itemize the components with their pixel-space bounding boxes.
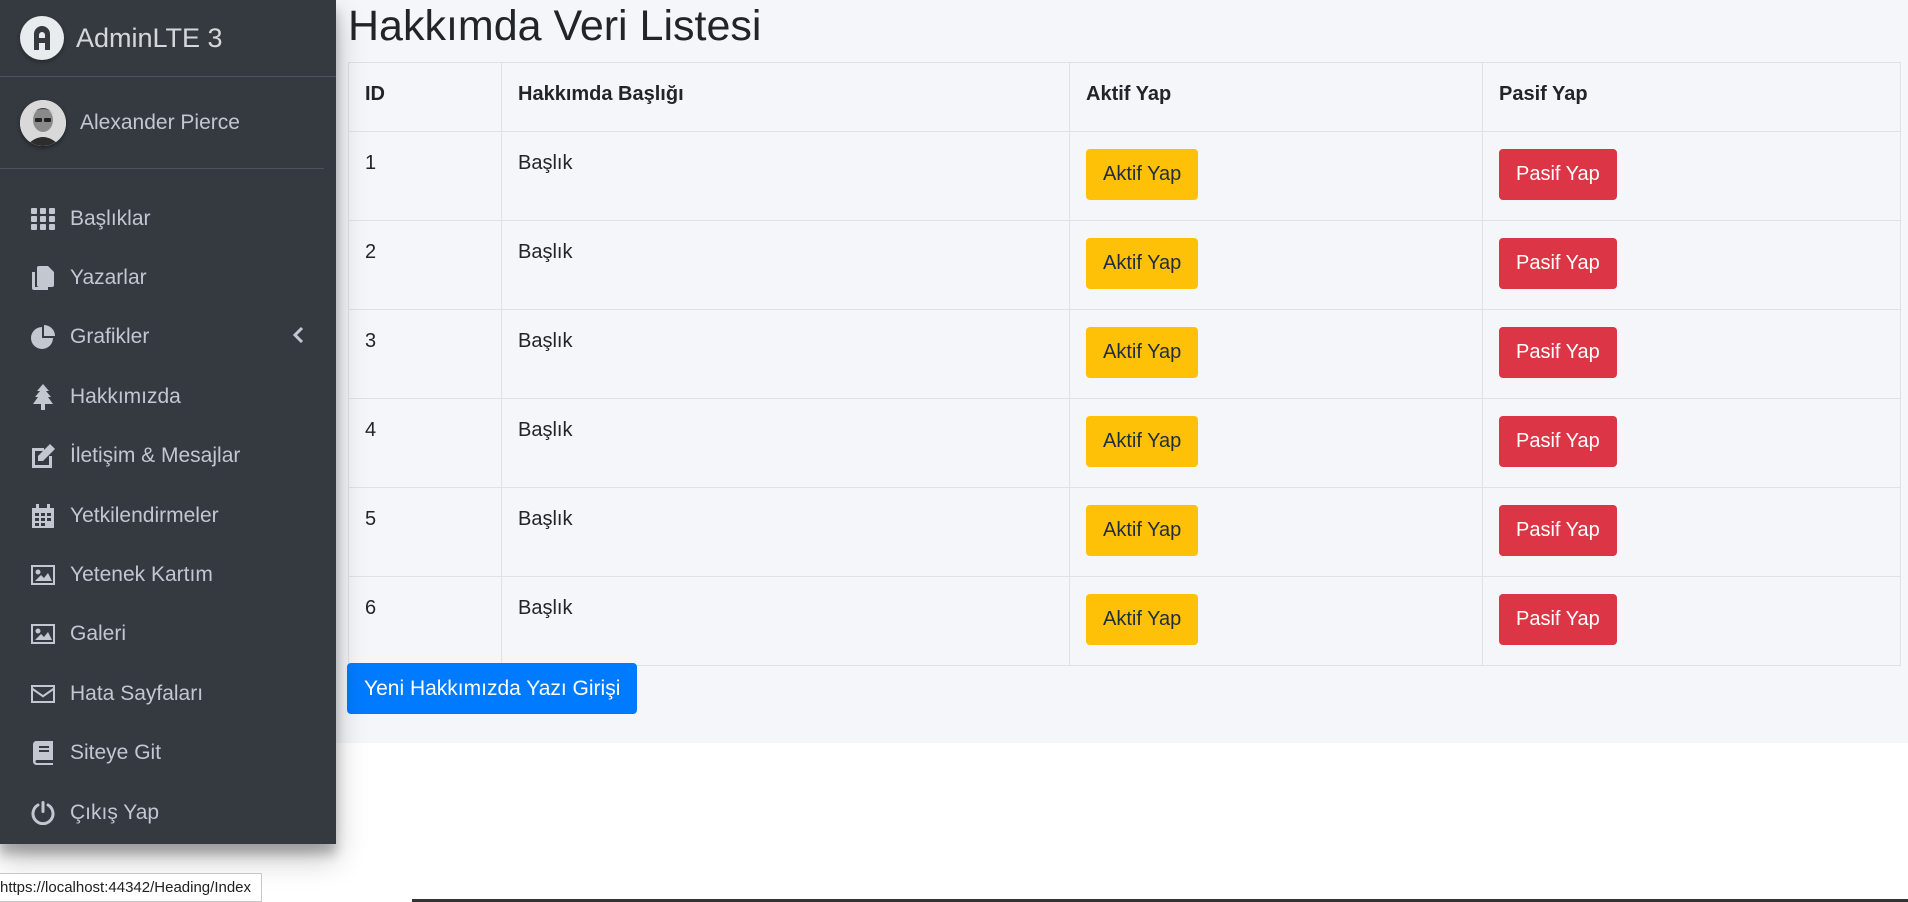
table-header-row: ID Hakkımda Başlığı Aktif Yap Pasif Yap (348, 62, 1901, 132)
sidebar-item-cikis-yap[interactable]: Çıkış Yap (0, 783, 336, 842)
table-row: 1 Başlık Aktif Yap Pasif Yap (348, 131, 1901, 221)
th-icon (30, 206, 56, 232)
cell-title: Başlık (501, 309, 1070, 399)
envelope-icon (30, 681, 56, 707)
data-table: ID Hakkımda Başlığı Aktif Yap Pasif Yap … (348, 62, 1901, 666)
sidebar-item-siteye-git[interactable]: Siteye Git (0, 724, 336, 783)
cell-id: 4 (348, 398, 502, 488)
adminlte-logo-icon (20, 16, 64, 60)
status-bar-url: https://localhost:44342/Heading/Index (0, 873, 263, 902)
pasif-yap-button[interactable]: Pasif Yap (1499, 149, 1617, 200)
cell-id: 3 (348, 309, 502, 399)
user-panel[interactable]: Alexander Pierce (0, 77, 324, 169)
user-name: Alexander Pierce (80, 110, 240, 134)
sidebar-item-iletisim[interactable]: İletişim & Mesajlar (0, 427, 336, 486)
edit-icon (30, 443, 56, 469)
table-row: 3 Başlık Aktif Yap Pasif Yap (348, 309, 1901, 399)
cell-id: 2 (348, 220, 502, 310)
aktif-yap-button[interactable]: Aktif Yap (1086, 505, 1199, 556)
sidebar-item-label: Grafikler (70, 325, 150, 349)
aktif-yap-button[interactable]: Aktif Yap (1086, 594, 1199, 645)
cell-title: Başlık (501, 131, 1070, 221)
sidebar-item-galeri[interactable]: Galeri (0, 605, 336, 664)
cell-id: 6 (348, 576, 502, 666)
copy-icon (30, 265, 56, 291)
column-header-title: Hakkımda Başlığı (501, 62, 1070, 132)
sidebar-item-label: Hata Sayfaları (70, 681, 204, 705)
pasif-yap-button[interactable]: Pasif Yap (1499, 505, 1617, 556)
pasif-yap-button[interactable]: Pasif Yap (1499, 238, 1617, 289)
brand-link[interactable]: AdminLTE 3 (0, 0, 336, 77)
sidebar-item-label: Hakkımızda (70, 384, 181, 408)
book-icon (30, 740, 56, 766)
sidebar-item-label: Yazarlar (70, 266, 147, 290)
column-header-id: ID (348, 62, 502, 132)
sidebar-item-label: Çıkış Yap (70, 800, 160, 824)
brand-text: AdminLTE 3 (76, 22, 223, 53)
sidebar: AdminLTE 3 Alexander Pierce Başlıklar Ya… (0, 0, 336, 844)
sidebar-item-grafikler[interactable]: Grafikler (0, 308, 336, 367)
sidebar-item-label: Başlıklar (70, 206, 151, 230)
aktif-yap-button[interactable]: Aktif Yap (1086, 327, 1199, 378)
sidebar-item-basliklar[interactable]: Başlıklar (0, 189, 336, 248)
sidebar-item-label: Galeri (70, 622, 127, 646)
pasif-yap-button[interactable]: Pasif Yap (1499, 416, 1617, 467)
sidebar-item-yazarlar[interactable]: Yazarlar (0, 248, 336, 307)
sidebar-item-label: Yetenek Kartım (70, 563, 213, 587)
column-header-pasif: Pasif Yap (1482, 62, 1901, 132)
aktif-yap-button[interactable]: Aktif Yap (1086, 149, 1199, 200)
column-header-aktif: Aktif Yap (1069, 62, 1483, 132)
pasif-yap-button[interactable]: Pasif Yap (1499, 327, 1617, 378)
cell-id: 1 (348, 131, 502, 221)
sidebar-item-yetenek-kartim[interactable]: Yetenek Kartım (0, 545, 336, 604)
sidebar-item-label: İletişim & Mesajlar (70, 444, 241, 468)
table-row: 5 Başlık Aktif Yap Pasif Yap (348, 487, 1901, 577)
calendar-icon (30, 503, 56, 529)
table-row: 6 Başlık Aktif Yap Pasif Yap (348, 576, 1901, 666)
cell-id: 5 (348, 487, 502, 577)
aktif-yap-button[interactable]: Aktif Yap (1086, 238, 1199, 289)
sidebar-nav: Başlıklar Yazarlar Grafikler Hakkımızda (0, 169, 336, 842)
page-title: Hakkımda Veri Listesi (348, 2, 762, 50)
table-row: 2 Başlık Aktif Yap Pasif Yap (348, 220, 1901, 310)
sidebar-item-hata-sayfalari[interactable]: Hata Sayfaları (0, 664, 336, 723)
image-icon (30, 562, 56, 588)
sidebar-item-yetkilendirmeler[interactable]: Yetkilendirmeler (0, 486, 336, 545)
chevron-left-icon[interactable] (292, 325, 304, 349)
cell-title: Başlık (501, 398, 1070, 488)
sidebar-item-hakkimizda[interactable]: Hakkımızda (0, 367, 336, 426)
table-row: 4 Başlık Aktif Yap Pasif Yap (348, 398, 1901, 488)
chart-pie-icon (30, 324, 56, 350)
image-icon (30, 621, 56, 647)
new-entry-button[interactable]: Yeni Hakkımızda Yazı Girişi (347, 663, 638, 714)
content-wrapper: Hakkımda Veri Listesi ID Hakkımda Başlığ… (336, 0, 1908, 743)
cell-title: Başlık (501, 220, 1070, 310)
sidebar-item-label: Yetkilendirmeler (70, 503, 219, 527)
cell-title: Başlık (501, 576, 1070, 666)
avatar (20, 99, 66, 146)
tree-icon (30, 383, 56, 410)
power-icon (30, 800, 56, 826)
cell-title: Başlık (501, 487, 1070, 577)
pasif-yap-button[interactable]: Pasif Yap (1499, 594, 1617, 645)
sidebar-item-label: Siteye Git (70, 741, 162, 765)
aktif-yap-button[interactable]: Aktif Yap (1086, 416, 1199, 467)
